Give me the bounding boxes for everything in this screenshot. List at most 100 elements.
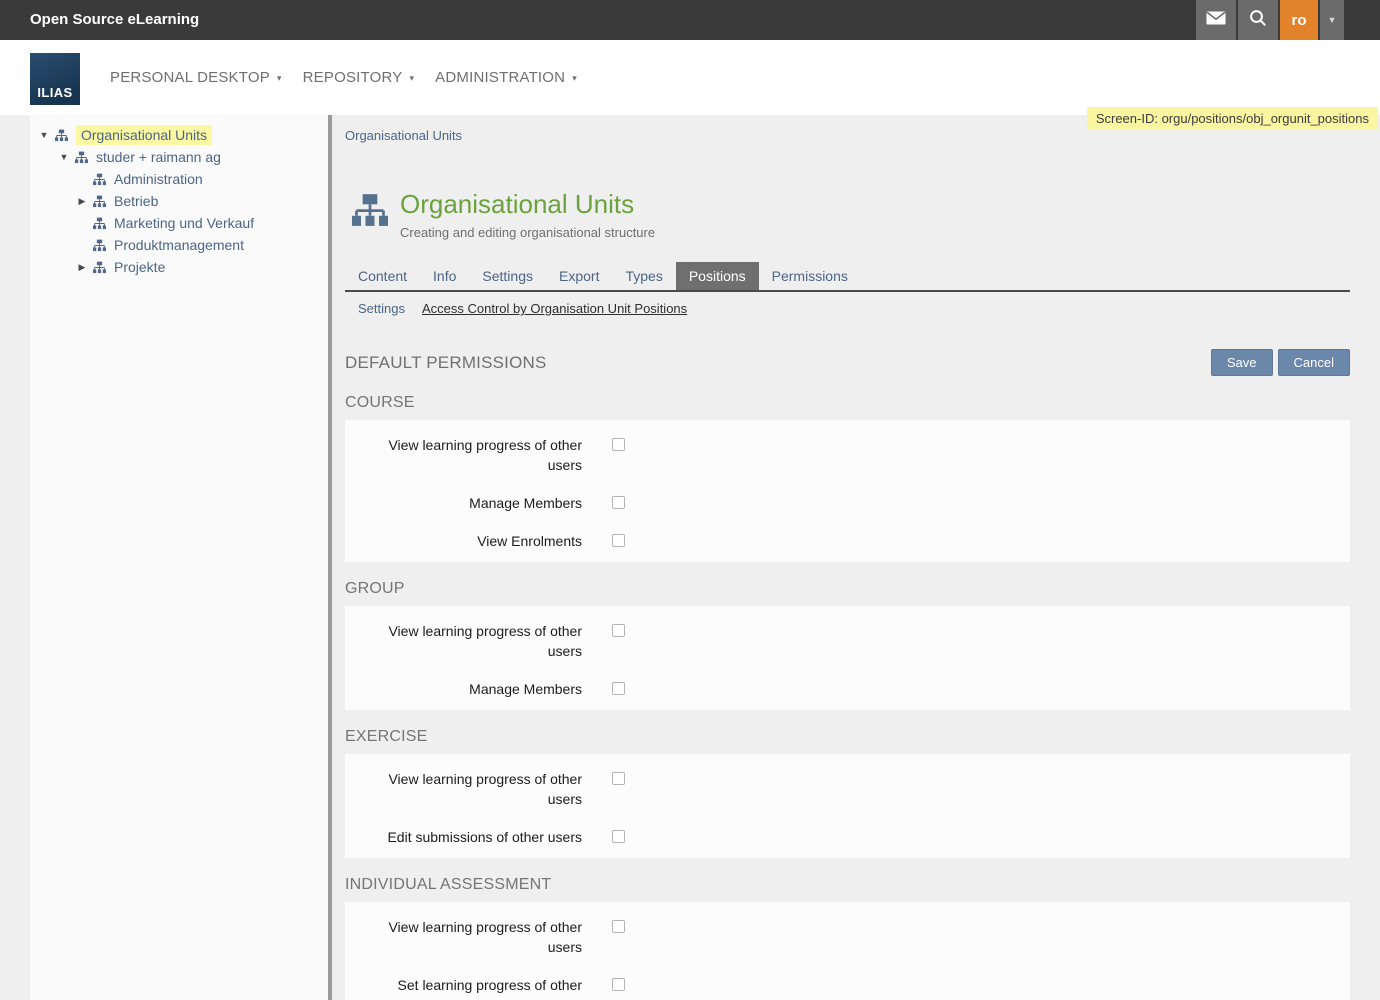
permission-label: View learning progress of other users xyxy=(360,917,582,957)
section-title: INDIVIDUAL ASSESSMENT xyxy=(345,876,1350,894)
tree-row: ▼ Organisational Units xyxy=(30,124,328,146)
permission-row: Set learning progress of other users xyxy=(345,975,1350,1000)
orgunit-icon xyxy=(55,129,68,142)
form-heading: DEFAULT PERMISSIONS xyxy=(345,353,547,373)
section-panel: View learning progress of other users Man… xyxy=(345,606,1350,710)
tree-item-label[interactable]: Betrieb xyxy=(114,192,158,210)
permission-checkbox[interactable] xyxy=(612,624,625,637)
chevron-down-icon: ▾ xyxy=(409,73,414,83)
page-title: Organisational Units xyxy=(400,189,655,219)
section-panel: View learning progress of other users Edi… xyxy=(345,754,1350,858)
tab-types[interactable]: Types xyxy=(612,262,675,290)
permission-row: Manage Members xyxy=(345,679,1350,699)
permission-label: Edit submissions of other users xyxy=(360,827,582,847)
permission-label: View learning progress of other users xyxy=(360,621,582,661)
orgunit-icon xyxy=(93,173,106,186)
tree-row: ▼ studer + raimann ag xyxy=(30,146,328,168)
permission-checkbox[interactable] xyxy=(612,496,625,509)
nav-item-label: REPOSITORY xyxy=(303,69,403,86)
permission-checkbox[interactable] xyxy=(612,830,625,843)
permission-label: Manage Members xyxy=(360,493,582,513)
top-bar: Open Source eLearning ro ▼ xyxy=(0,0,1380,40)
tab-positions[interactable]: Positions xyxy=(676,262,759,290)
expand-caret-right-icon[interactable]: ▶ xyxy=(76,196,88,207)
search-button[interactable] xyxy=(1238,0,1278,40)
mail-icon xyxy=(1206,11,1226,30)
main-content: Organisational Units Organisational Unit… xyxy=(345,115,1350,1000)
save-button[interactable]: Save xyxy=(1211,349,1273,376)
section-panel: View learning progress of other users Man… xyxy=(345,420,1350,562)
breadcrumb: Organisational Units xyxy=(345,128,1350,143)
org-tree-panel: ▼ Organisational Units ▼ studer + raimann a… xyxy=(30,115,328,1000)
tree-row: ▼Produktmanagement xyxy=(30,234,328,256)
tab-content[interactable]: Content xyxy=(345,262,420,290)
tree-item-label[interactable]: Produktmanagement xyxy=(114,236,244,254)
tab-export[interactable]: Export xyxy=(546,262,612,290)
nav-item-personal-desktop[interactable]: PERSONAL DESKTOP ▾ xyxy=(110,69,282,86)
form-action-buttons: Save Cancel xyxy=(1211,349,1350,376)
nav-item-repository[interactable]: REPOSITORY ▾ xyxy=(303,69,415,86)
breadcrumb-link-organisational-units[interactable]: Organisational Units xyxy=(345,128,462,143)
tree-splitter-handle[interactable] xyxy=(328,115,332,1000)
tree-row: ▼Administration xyxy=(30,168,328,190)
tree-item-label[interactable]: Marketing und Verkauf xyxy=(114,214,254,232)
permission-row: View learning progress of other users xyxy=(345,435,1350,475)
ilias-logo-text: ILIAS xyxy=(30,85,80,100)
tab-info[interactable]: Info xyxy=(420,262,469,290)
permission-label: Manage Members xyxy=(360,679,582,699)
topbar-actions: ro ▼ xyxy=(1194,0,1344,40)
permission-row: View learning progress of other users xyxy=(345,917,1350,957)
tree-row: ▶ Projekte xyxy=(30,256,328,278)
permission-sections: COURSEView learning progress of other us… xyxy=(345,394,1350,1000)
user-avatar[interactable]: ro xyxy=(1280,0,1318,40)
permission-checkbox[interactable] xyxy=(612,920,625,933)
cancel-button[interactable]: Cancel xyxy=(1278,349,1350,376)
tree-item-label[interactable]: Projekte xyxy=(114,258,165,276)
tree-item-label[interactable]: studer + raimann ag xyxy=(96,148,221,166)
tab-permissions[interactable]: Permissions xyxy=(759,262,861,290)
section-panel: View learning progress of other users Set… xyxy=(345,902,1350,1000)
tree-item-label[interactable]: Administration xyxy=(114,170,203,188)
orgunit-icon xyxy=(93,217,106,230)
permission-label: View learning progress of other users xyxy=(360,435,582,475)
permission-checkbox[interactable] xyxy=(612,438,625,451)
permission-row: View learning progress of other users xyxy=(345,621,1350,661)
permission-checkbox[interactable] xyxy=(612,682,625,695)
search-icon xyxy=(1249,9,1267,32)
tree-item-label[interactable]: Organisational Units xyxy=(76,125,212,145)
nav-item-label: PERSONAL DESKTOP xyxy=(110,69,270,86)
tree-row: ▶ Betrieb xyxy=(30,190,328,212)
orgunit-icon xyxy=(75,151,88,164)
client-title: Open Source eLearning xyxy=(30,0,199,40)
screen-id-badge: Screen-ID: orgu/positions/obj_orgunit_po… xyxy=(1087,107,1378,130)
main-nav: PERSONAL DESKTOP ▾ REPOSITORY ▾ ADMINISTRATI… xyxy=(110,40,577,115)
user-menu-caret[interactable]: ▼ xyxy=(1320,0,1344,40)
orgunit-icon xyxy=(93,239,106,252)
expand-caret-down-icon[interactable]: ▼ xyxy=(38,130,50,140)
permission-row: Edit submissions of other users xyxy=(345,827,1350,847)
tree-row: ▼Marketing und Verkauf xyxy=(30,212,328,234)
permission-label: Set learning progress of other users xyxy=(360,975,582,1000)
orgunit-icon xyxy=(352,194,388,227)
tab-settings[interactable]: Settings xyxy=(469,262,546,290)
orgunit-icon xyxy=(93,261,106,274)
mail-button[interactable] xyxy=(1196,0,1236,40)
expand-caret-down-icon[interactable]: ▼ xyxy=(58,152,70,162)
orgunit-icon xyxy=(93,195,106,208)
tab-bar: ContentInfoSettingsExportTypesPositionsP… xyxy=(345,262,1350,292)
chevron-down-icon: ▾ xyxy=(277,73,282,83)
permission-checkbox[interactable] xyxy=(612,772,625,785)
permission-row: View learning progress of other users xyxy=(345,769,1350,809)
header: ILIAS PERSONAL DESKTOP ▾ REPOSITORY ▾ ADMINI… xyxy=(0,40,1380,115)
nav-item-administration[interactable]: ADMINISTRATION▾ xyxy=(435,69,577,86)
expand-caret-right-icon[interactable]: ▶ xyxy=(76,262,88,273)
permission-checkbox[interactable] xyxy=(612,978,625,991)
permission-checkbox[interactable] xyxy=(612,534,625,547)
permission-label: View Enrolments xyxy=(360,531,582,551)
chevron-down-icon: ▼ xyxy=(1328,15,1337,25)
ilias-logo[interactable]: ILIAS xyxy=(30,53,80,105)
subtab-1[interactable]: Access Control by Organisation Unit Posi… xyxy=(422,301,687,316)
permission-row: Manage Members xyxy=(345,493,1350,513)
subtab-0[interactable]: Settings xyxy=(358,301,405,316)
nav-item-label: ADMINISTRATION xyxy=(435,69,565,86)
